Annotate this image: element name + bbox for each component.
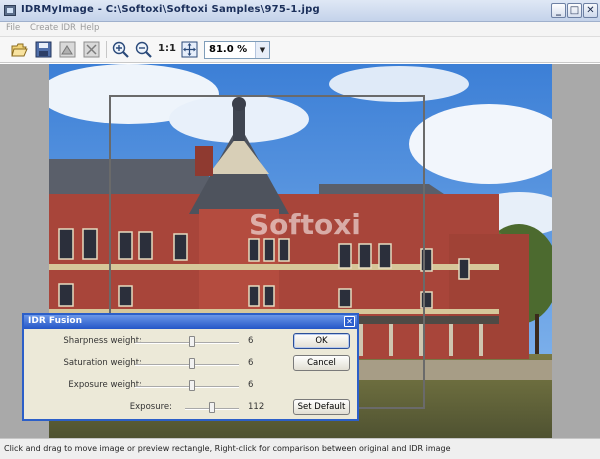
maximize-button[interactable]: □ — [567, 3, 582, 18]
dialog-title: IDR Fusion — [28, 316, 83, 326]
chevron-down-icon[interactable]: ▼ — [255, 42, 269, 58]
save-icon — [35, 41, 52, 58]
menu-help[interactable]: Help — [80, 23, 99, 33]
adjust-button[interactable] — [58, 40, 77, 59]
zoom-in-button[interactable] — [111, 40, 130, 59]
set-default-button[interactable]: Set Default — [293, 399, 350, 415]
exposure-weight-label: Exposure weight: — [68, 380, 142, 390]
actual-size-button[interactable]: 1:1 — [158, 43, 176, 54]
window-title: IDRMyImage - C:\Softoxi\Softoxi Samples\… — [21, 4, 320, 15]
exposure-label: Exposure: — [129, 402, 172, 412]
ok-button[interactable]: OK — [293, 333, 350, 349]
zoom-in-icon — [112, 41, 129, 58]
save-button[interactable] — [34, 40, 53, 59]
menu-bar: File Create IDR Help — [0, 22, 600, 37]
zoom-value: 81.0 % — [209, 44, 248, 55]
fit-icon — [181, 41, 198, 58]
saturation-value: 6 — [248, 358, 254, 368]
adjust-icon — [59, 41, 76, 58]
dialog-title-bar[interactable]: IDR Fusion ✕ — [24, 315, 357, 329]
sharpness-value: 6 — [248, 336, 254, 346]
zoom-out-icon — [135, 41, 152, 58]
sharpness-label: Sharpness weight: — [63, 336, 142, 346]
saturation-slider-thumb[interactable] — [189, 358, 196, 369]
open-icon — [11, 43, 28, 57]
zoom-out-button[interactable] — [134, 40, 153, 59]
open-button[interactable] — [10, 40, 29, 59]
toolbar: 1:1 81.0 % ▼ — [0, 37, 600, 63]
saturation-slider[interactable] — [135, 364, 239, 366]
exposure-weight-slider[interactable] — [135, 386, 239, 388]
compare-icon — [83, 41, 100, 58]
exposure-slider-thumb[interactable] — [209, 402, 215, 413]
compare-button[interactable] — [82, 40, 101, 59]
menu-create-idr[interactable]: Create IDR — [30, 23, 76, 33]
cancel-button[interactable]: Cancel — [293, 355, 350, 371]
idr-fusion-dialog: IDR Fusion ✕ Sharpness weight: 6 Saturat… — [22, 313, 359, 421]
exposure-value: 112 — [248, 402, 265, 412]
watermark-text: Softoxi — [249, 208, 361, 241]
title-bar[interactable]: IDRMyImage - C:\Softoxi\Softoxi Samples\… — [0, 0, 600, 22]
toolbar-separator — [106, 41, 107, 58]
sharpness-slider[interactable] — [135, 342, 239, 344]
exposure-weight-slider-thumb[interactable] — [189, 380, 196, 391]
dialog-close-button[interactable]: ✕ — [344, 316, 355, 327]
menu-file[interactable]: File — [6, 23, 20, 33]
minimize-button[interactable]: _ — [551, 3, 566, 18]
exposure-weight-value: 6 — [248, 380, 254, 390]
zoom-select[interactable]: 81.0 % ▼ — [204, 41, 270, 59]
sharpness-slider-thumb[interactable] — [189, 336, 196, 347]
close-button[interactable]: ✕ — [583, 3, 598, 18]
status-text: Click and drag to move image or preview … — [4, 444, 451, 453]
app-icon — [4, 5, 16, 16]
saturation-label: Saturation weight: — [63, 358, 142, 368]
status-bar: Click and drag to move image or preview … — [0, 438, 600, 459]
fit-button[interactable] — [180, 40, 199, 59]
